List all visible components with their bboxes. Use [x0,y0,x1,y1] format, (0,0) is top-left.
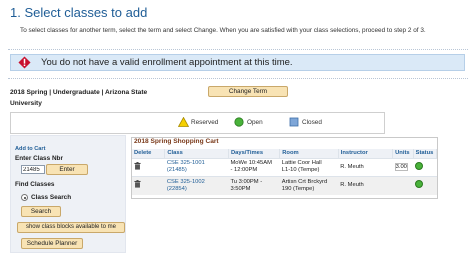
days-times: MoWe 10:45AM [230,160,272,167]
col-room: Room [279,149,339,158]
class-nbr[interactable]: (22854) [167,186,227,193]
class-nbr[interactable]: (21485) [167,167,227,174]
days-times-end: - 12:00PM [230,167,258,173]
class-search-radio[interactable] [21,194,28,201]
alert-icon [18,56,31,69]
legend-reserved-label: Reserved [191,119,219,126]
legend-closed: Closed [289,117,322,127]
col-class: Class [164,149,229,158]
col-instructor: Instructor [338,149,394,158]
units [392,175,414,195]
trash-icon[interactable] [134,161,141,170]
class-nbr-input[interactable] [21,165,45,174]
add-to-cart-title: Add to Cart [15,146,46,152]
open-status-icon [415,180,424,189]
cart-table: Delete Class Days/Times Room Instructor … [132,149,438,195]
class-search-label: Class Search [31,194,72,201]
schedule-planner-button[interactable]: Schedule Planner [21,238,83,249]
instructor: R. Meuth [338,157,393,176]
room-detail: 190 (Tempe) [281,185,315,192]
alert-message: You do not have a valid enrollment appoi… [41,57,293,68]
days-times-end: 3:50PM [230,185,251,192]
shopping-cart: 2018 Spring Shopping Cart Delete Class D… [131,137,438,199]
legend-open-label: Open [247,119,263,126]
reserved-triangle-icon [178,117,189,127]
enrollment-alert: You do not have a valid enrollment appoi… [10,54,465,71]
enter-button[interactable]: Enter [46,164,88,175]
term-label: 2018 Spring | Undergraduate | Arizona St… [10,89,148,107]
page-title: 1. Select classes to add [10,5,148,20]
show-class-blocks-button[interactable]: show class blocks available to me [17,222,125,233]
legend-reserved: Reserved [178,117,219,127]
change-term-button[interactable]: Change Term [208,86,288,97]
col-days-times: Days/Times [228,149,281,158]
legend-closed-label: Closed [302,119,322,126]
open-status-icon [415,161,424,170]
legend-open: Open [234,117,263,127]
enter-class-nbr-label: Enter Class Nbr [15,155,63,162]
divider [8,78,468,79]
class-link[interactable]: CSE 325-1001 [167,160,227,167]
units-field[interactable]: 3.00 [394,163,408,171]
search-button[interactable]: Search [21,206,61,217]
table-row: CSE 325-1001 (21485) MoWe 10:45AM - 12:0… [132,157,437,176]
add-to-cart-panel: Add to Cart Enter Class Nbr Enter Find C… [10,135,126,253]
open-circle-icon [234,117,244,127]
class-link[interactable]: CSE 325-1002 [167,179,227,186]
days-times: Tu 3:00PM - [230,178,263,185]
cart-title: 2018 Spring Shopping Cart [134,138,219,145]
divider [8,49,468,50]
col-status: Status [413,149,438,158]
col-units: Units [392,149,414,158]
room: Lattie Coor Hall [281,160,322,167]
table-row: CSE 325-1002 (22854) Tu 3:00PM - 3:50PM … [132,175,437,195]
room: Artisn Crt Brckyrd [281,178,328,185]
trash-icon[interactable] [134,180,141,188]
find-classes-label: Find Classes [15,181,55,188]
col-delete: Delete [132,149,166,158]
room-detail: L1-10 (Tempe) [281,167,320,173]
instructions-text: To select classes for another term, sele… [20,27,426,34]
closed-square-icon [289,117,299,127]
status-legend: Reserved Open Closed [10,112,385,134]
instructor: R. Meuth [338,175,393,195]
